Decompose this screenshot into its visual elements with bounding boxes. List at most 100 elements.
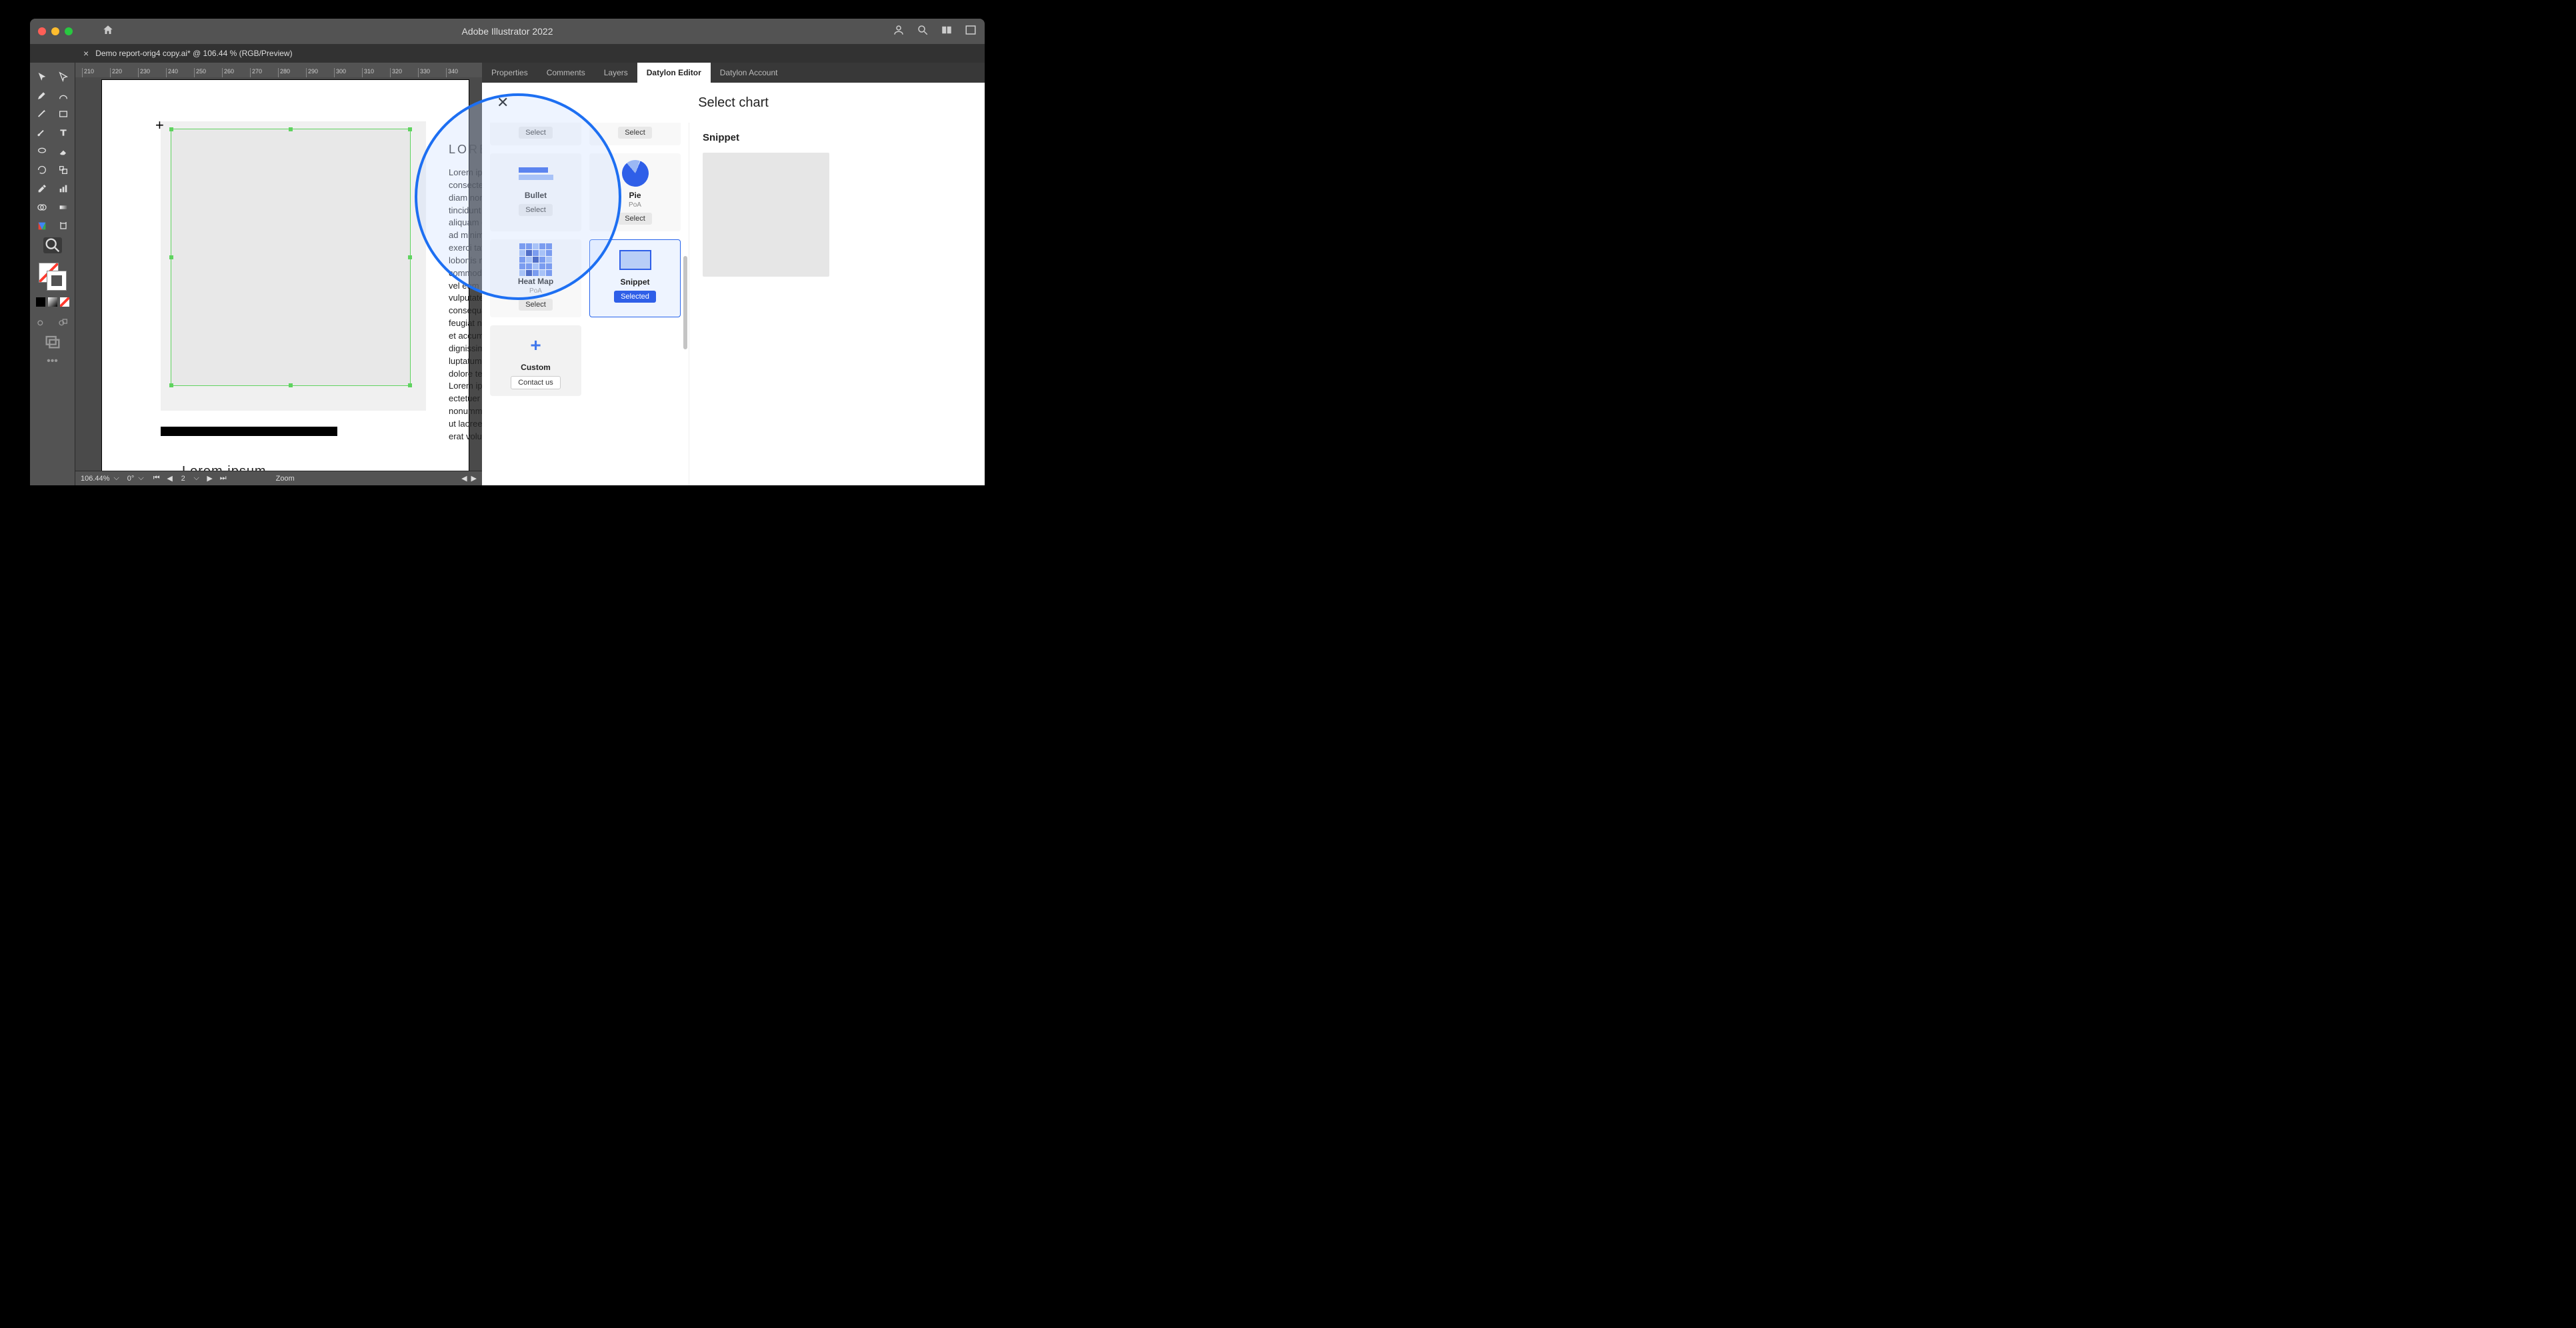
canvas-area: 210 220 230 240 250 260 270 280 290 300 … [75, 63, 482, 485]
canvas[interactable]: + Lorem ipsum LOREM Lorem ipsum dolor si… [75, 77, 482, 471]
draw-normal-icon[interactable] [33, 315, 51, 329]
color-mode-swatches [36, 297, 69, 307]
zoom-level[interactable]: 106.44% [81, 475, 109, 483]
rotate-tool[interactable] [33, 163, 51, 177]
scroll-left-icon[interactable]: ◀ [461, 474, 467, 483]
chart-card-heatmap[interactable]: Heat Map PoA Select [490, 239, 581, 317]
magic-wand-tool[interactable] [33, 107, 51, 121]
gradient-tool[interactable] [54, 200, 73, 215]
pen-tool[interactable] [33, 88, 51, 103]
arrange-documents-icon[interactable] [941, 24, 953, 39]
selected-rectangle[interactable] [171, 129, 410, 385]
draw-behind-icon[interactable] [54, 315, 73, 329]
preview-title: Snippet [703, 132, 971, 143]
tab-properties[interactable]: Properties [482, 63, 537, 83]
scale-tool[interactable] [54, 163, 73, 177]
datylon-tool[interactable] [33, 219, 51, 233]
fill-stroke-swatch[interactable] [39, 263, 67, 291]
chevron-down-icon[interactable]: ⌵ [192, 474, 201, 483]
color-mode-none[interactable] [60, 297, 69, 307]
select-button[interactable]: Select [618, 127, 652, 139]
gallery-scrollbar[interactable] [683, 256, 687, 349]
resize-handle[interactable] [289, 383, 293, 387]
chevron-down-icon[interactable]: ⌵ [138, 474, 143, 483]
minimize-window-button[interactable] [51, 27, 59, 35]
tab-datylon-editor[interactable]: Datylon Editor [637, 63, 711, 83]
home-button[interactable] [102, 24, 114, 39]
resize-handle[interactable] [169, 127, 173, 131]
resize-handle[interactable] [169, 383, 173, 387]
user-icon[interactable] [893, 24, 905, 39]
chart-card-custom[interactable]: + Custom Contact us [490, 325, 581, 396]
zoom-label: Zoom [276, 475, 295, 483]
select-button[interactable]: Select [519, 204, 553, 216]
close-icon[interactable]: ✕ [497, 94, 509, 111]
select-button[interactable]: Select [519, 127, 553, 139]
scroll-right-icon[interactable]: ▶ [471, 474, 477, 483]
artboard-tool[interactable] [54, 219, 73, 233]
tab-datylon-account[interactable]: Datylon Account [711, 63, 787, 83]
panel-title: Select chart [698, 95, 769, 111]
eyedropper-tool[interactable] [33, 181, 51, 196]
resize-handle[interactable] [408, 127, 412, 131]
workspace-icon[interactable] [965, 24, 977, 39]
color-mode-gradient[interactable] [48, 297, 57, 307]
crosshair-cursor: + [155, 117, 164, 134]
titlebar: Adobe Illustrator 2022 [30, 19, 985, 44]
eraser-tool[interactable] [54, 144, 73, 159]
preview-placeholder [703, 153, 829, 277]
resize-handle[interactable] [408, 383, 412, 387]
curvature-tool[interactable] [54, 88, 73, 103]
screen-mode-icon[interactable] [43, 333, 62, 349]
select-button[interactable]: Select [519, 299, 553, 311]
close-window-button[interactable] [38, 27, 46, 35]
prev-artboard-icon[interactable]: ◀ [165, 474, 175, 483]
zoom-tool[interactable] [43, 237, 62, 253]
edit-toolbar-icon[interactable]: ••• [43, 353, 62, 369]
resize-handle[interactable] [169, 255, 173, 259]
selection-tool[interactable] [33, 69, 51, 84]
direct-selection-tool[interactable] [54, 69, 73, 84]
next-artboard-icon[interactable]: ▶ [205, 474, 215, 483]
artboard-number[interactable]: 2 [179, 475, 188, 483]
chart-card-bullet[interactable]: Bullet Select [490, 153, 581, 231]
stroke-swatch[interactable] [47, 271, 67, 291]
chart-gallery[interactable]: Select Select Bullet [482, 123, 689, 485]
panel-tabs: Properties Comments Layers Datylon Edito… [482, 63, 985, 83]
type-tool[interactable] [54, 125, 73, 140]
chart-card-truncated[interactable]: Select [490, 123, 581, 145]
tab-comments[interactable]: Comments [537, 63, 595, 83]
brush-tool[interactable] [33, 125, 51, 140]
select-button[interactable]: Select [618, 213, 652, 225]
app-title: Adobe Illustrator 2022 [462, 26, 553, 37]
resize-handle[interactable] [289, 127, 293, 131]
right-panels: Properties Comments Layers Datylon Edito… [482, 63, 985, 485]
shape-builder-tool[interactable] [33, 200, 51, 215]
body-text: Lorem ipsum dolor sit amet, consectetuer… [449, 167, 482, 443]
chevron-down-icon[interactable]: ⌵ [113, 474, 119, 483]
resize-handle[interactable] [408, 255, 412, 259]
chart-card-pie[interactable]: Pie PoA Select [589, 153, 681, 231]
plus-icon: + [519, 332, 553, 359]
last-artboard-icon[interactable]: ⏭ [219, 474, 228, 483]
rectangle-tool[interactable] [54, 107, 73, 121]
chart-card-snippet[interactable]: Snippet Selected [589, 239, 681, 317]
first-artboard-icon[interactable]: ⏮ [152, 474, 161, 483]
maximize-window-button[interactable] [65, 27, 73, 35]
chart-card-truncated[interactable]: Select [589, 123, 681, 145]
rotation-value[interactable]: 0° [127, 475, 135, 483]
column-graph-tool[interactable] [54, 181, 73, 196]
snippet-chart-icon [618, 247, 653, 273]
document-tab[interactable]: × Demo report-orig4 copy.ai* @ 106.44 % … [75, 48, 301, 59]
selected-button[interactable]: Selected [614, 291, 656, 303]
lasso-tool[interactable] [33, 144, 51, 159]
heatmap-chart-icon [519, 246, 553, 273]
search-icon[interactable] [917, 24, 929, 39]
caption-text: Lorem ipsum [182, 464, 267, 471]
contact-us-button[interactable]: Contact us [511, 376, 561, 389]
tab-layers[interactable]: Layers [595, 63, 637, 83]
preview-pane: Snippet [689, 123, 985, 485]
tools-panel: ••• [30, 63, 75, 485]
close-tab-icon[interactable]: × [83, 48, 89, 59]
color-mode-solid[interactable] [36, 297, 45, 307]
